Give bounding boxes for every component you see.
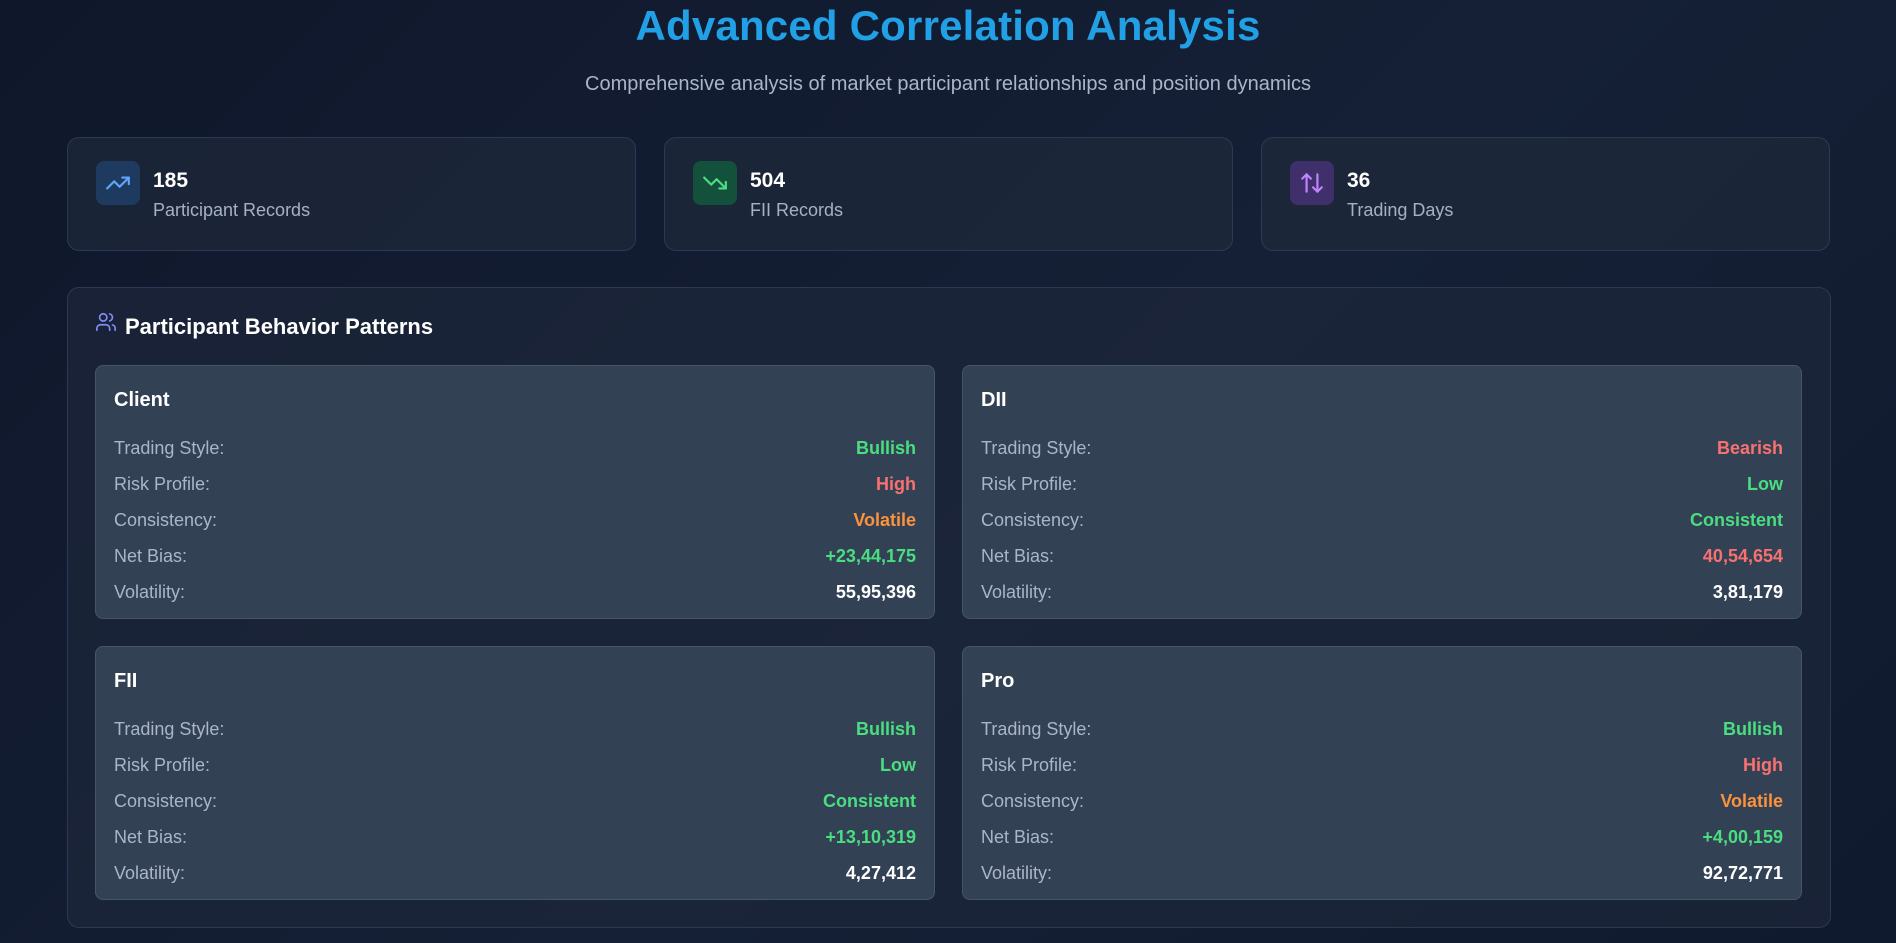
row-label: Trading Style:	[114, 437, 225, 458]
risk-profile-row: Risk Profile: High	[114, 466, 916, 502]
trading-style-row: Trading Style: Bullish	[114, 430, 916, 466]
consistency-value: Volatile	[853, 509, 916, 530]
net-bias-row: Net Bias: +13,10,319	[114, 819, 916, 855]
trading-style-value: Bullish	[855, 437, 916, 458]
row-label: Net Bias:	[114, 545, 188, 566]
net-bias-value: +4,00,159	[1702, 826, 1783, 847]
stat-label: Participant Records	[153, 200, 311, 220]
stat-label: Trading Days	[1347, 200, 1454, 220]
consistency-row: Consistency: Consistent	[981, 502, 1783, 538]
trading-style-value: Bullish	[1722, 718, 1783, 739]
consistency-value: Consistent	[1689, 509, 1783, 530]
stat-card-fii-records: 504 FII Records	[664, 137, 1233, 251]
participant-name: DII	[981, 389, 1007, 411]
row-label: Volatility:	[114, 581, 186, 602]
users-icon	[96, 312, 116, 332]
page-subtitle: Comprehensive analysis of market partici…	[585, 73, 1311, 95]
volatility-row: Volatility: 92,72,771	[981, 855, 1783, 891]
net-bias-row: Net Bias: +23,44,175	[114, 538, 916, 574]
volatility-row: Volatility: 55,95,396	[114, 574, 916, 610]
volatility-value: 92,72,771	[1702, 862, 1783, 883]
row-label: Trading Style:	[981, 718, 1092, 739]
stat-label: FII Records	[750, 200, 844, 220]
panel-title: Participant Behavior Patterns	[125, 314, 434, 339]
arrows-up-down-icon	[1290, 161, 1334, 205]
row-label: Trading Style:	[981, 437, 1092, 458]
row-label: Volatility:	[981, 581, 1053, 602]
risk-profile-row: Risk Profile: Low	[114, 747, 916, 783]
risk-profile-value: High	[876, 473, 916, 494]
net-bias-row: Net Bias: +4,00,159	[981, 819, 1783, 855]
volatility-value: 4,27,412	[845, 862, 916, 883]
row-label: Consistency:	[114, 790, 218, 811]
consistency-row: Consistency: Consistent	[114, 783, 916, 819]
risk-profile-row: Risk Profile: Low	[981, 466, 1783, 502]
row-label: Volatility:	[114, 862, 186, 883]
row-label: Net Bias:	[981, 545, 1055, 566]
participant-card-pro: Pro Trading Style: Bullish Risk Profile: H…	[962, 646, 1802, 900]
risk-profile-value: Low	[1747, 473, 1783, 494]
net-bias-value: +23,44,175	[825, 545, 916, 566]
consistency-value: Consistent	[822, 790, 916, 811]
stat-card-participant-records: 185 Participant Records	[67, 137, 636, 251]
participant-name: Client	[114, 389, 170, 411]
row-label: Risk Profile:	[981, 473, 1078, 494]
page-title: Advanced Correlation Analysis	[635, 2, 1261, 49]
stat-value: 504	[750, 169, 786, 192]
net-bias-value: 40,54,654	[1702, 545, 1783, 566]
panel-header: Participant Behavior Patterns	[95, 312, 433, 342]
stat-card-trading-days: 36 Trading Days	[1261, 137, 1830, 251]
consistency-row: Consistency: Volatile	[981, 783, 1783, 819]
consistency-row: Consistency: Volatile	[114, 502, 916, 538]
row-label: Risk Profile:	[981, 754, 1078, 775]
volatility-row: Volatility: 4,27,412	[114, 855, 916, 891]
participant-card-fii: FII Trading Style: Bullish Risk Profile: L…	[95, 646, 935, 900]
row-label: Risk Profile:	[114, 473, 211, 494]
participant-card-dii: DII Trading Style: Bearish Risk Profile: L…	[962, 365, 1802, 619]
behavior-patterns-panel: Participant Behavior Patterns Client Tra…	[67, 287, 1831, 928]
trading-style-value: Bearish	[1716, 437, 1783, 458]
risk-profile-value: High	[1743, 754, 1783, 775]
participant-name: Pro	[981, 670, 1015, 692]
row-label: Risk Profile:	[114, 754, 211, 775]
correlation-analysis-page: Advanced Correlation Analysis Comprehens…	[0, 0, 1896, 943]
stat-value: 36	[1347, 169, 1371, 192]
net-bias-value: +13,10,319	[825, 826, 916, 847]
trading-style-row: Trading Style: Bullish	[114, 711, 916, 747]
row-label: Net Bias:	[981, 826, 1055, 847]
volatility-value: 3,81,179	[1712, 581, 1783, 602]
trending-up-icon	[96, 161, 140, 205]
row-label: Consistency:	[981, 509, 1085, 530]
volatility-row: Volatility: 3,81,179	[981, 574, 1783, 610]
risk-profile-value: Low	[880, 754, 916, 775]
row-label: Consistency:	[981, 790, 1085, 811]
stat-value: 185	[153, 169, 189, 192]
trading-style-row: Trading Style: Bearish	[981, 430, 1783, 466]
row-label: Consistency:	[114, 509, 218, 530]
consistency-value: Volatile	[1720, 790, 1783, 811]
row-label: Volatility:	[981, 862, 1053, 883]
row-label: Net Bias:	[114, 826, 188, 847]
participant-card-client: Client Trading Style: Bullish Risk Profil…	[95, 365, 935, 619]
participant-name: FII	[114, 670, 138, 692]
net-bias-row: Net Bias: 40,54,654	[981, 538, 1783, 574]
trending-down-icon	[693, 161, 737, 205]
volatility-value: 55,95,396	[835, 581, 916, 602]
row-label: Trading Style:	[114, 718, 225, 739]
trading-style-row: Trading Style: Bullish	[981, 711, 1783, 747]
risk-profile-row: Risk Profile: High	[981, 747, 1783, 783]
trading-style-value: Bullish	[855, 718, 916, 739]
